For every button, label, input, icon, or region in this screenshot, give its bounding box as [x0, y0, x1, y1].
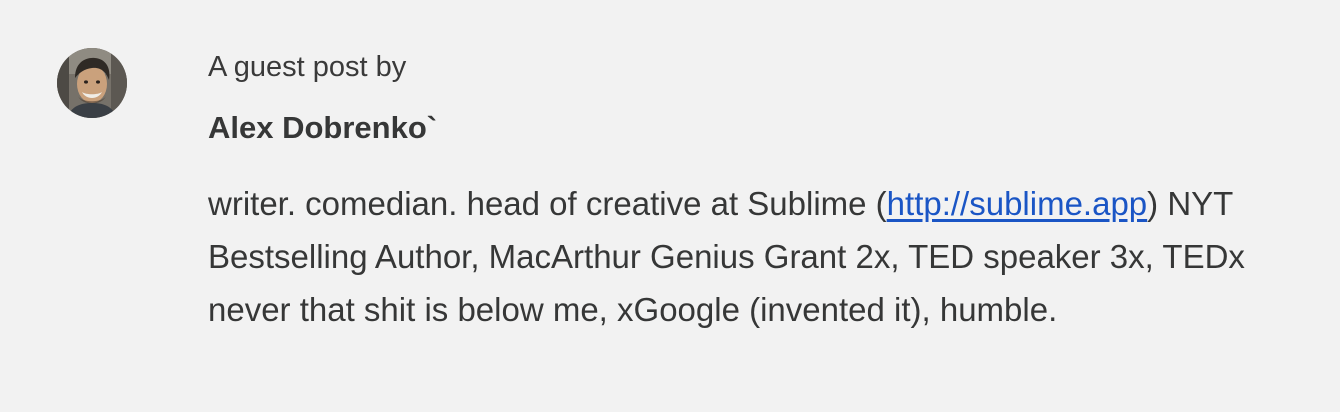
byline-content: A guest post by Alex Dobrenko` writer. c… [208, 47, 1318, 336]
author-name[interactable]: Alex Dobrenko` [208, 108, 1318, 148]
author-photo-icon [57, 48, 127, 118]
bio-text-before-link: writer. comedian. head of creative at Su… [208, 185, 887, 222]
sublime-link[interactable]: http://sublime.app [887, 185, 1148, 222]
guest-post-intro: A guest post by [208, 51, 407, 83]
author-avatar[interactable] [57, 48, 127, 118]
author-bio: writer. comedian. head of creative at Su… [208, 177, 1308, 336]
guest-post-byline: A guest post by Alex Dobrenko` writer. c… [0, 0, 1340, 412]
